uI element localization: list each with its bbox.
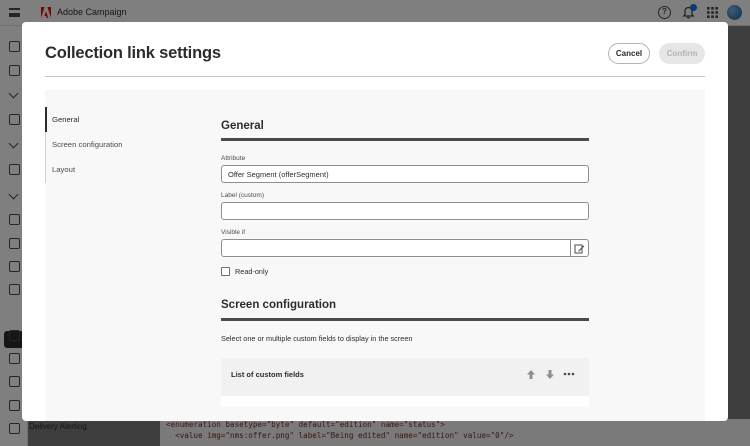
visible-if-label: Visible if <box>221 229 246 236</box>
label-custom-label: Label (custom) <box>221 192 264 199</box>
side-nav-layout[interactable]: Layout <box>52 165 75 174</box>
screen-configuration-heading: Screen configuration <box>221 299 337 311</box>
section-divider <box>221 138 589 141</box>
custom-fields-list-body <box>221 396 589 406</box>
attribute-field[interactable] <box>221 165 589 183</box>
label-custom-field[interactable] <box>221 202 589 220</box>
custom-fields-list: List of custom fields <box>221 358 589 396</box>
side-nav-screen-configuration[interactable]: Screen configuration <box>52 140 123 149</box>
custom-fields-list-title: List of custom fields <box>231 370 304 379</box>
read-only-label: Read-only <box>235 267 269 276</box>
title-divider <box>45 76 705 77</box>
more-options-icon[interactable] <box>563 368 575 380</box>
read-only-checkbox[interactable] <box>221 267 230 276</box>
move-down-icon[interactable] <box>544 368 556 380</box>
section-divider <box>221 318 589 321</box>
edit-expression-icon <box>574 244 585 253</box>
cancel-button[interactable]: Cancel <box>608 43 650 64</box>
dialog-title: Collection link settings <box>45 44 221 62</box>
side-nav-general[interactable]: General <box>52 115 79 124</box>
expression-editor-button[interactable] <box>570 239 589 257</box>
move-up-icon[interactable] <box>525 368 537 380</box>
screen-configuration-description: Select one or multiple custom fields to … <box>221 334 413 343</box>
attribute-label: Attribute <box>221 155 246 162</box>
visible-if-field[interactable] <box>221 239 571 257</box>
dialog-content: General Screen configuration Layout Gene… <box>45 90 705 421</box>
general-heading: General <box>221 120 264 132</box>
collection-link-settings-dialog: Collection link settings Cancel Confirm … <box>22 22 728 421</box>
side-nav-active-indicator <box>45 107 47 132</box>
confirm-button[interactable]: Confirm <box>659 43 705 64</box>
